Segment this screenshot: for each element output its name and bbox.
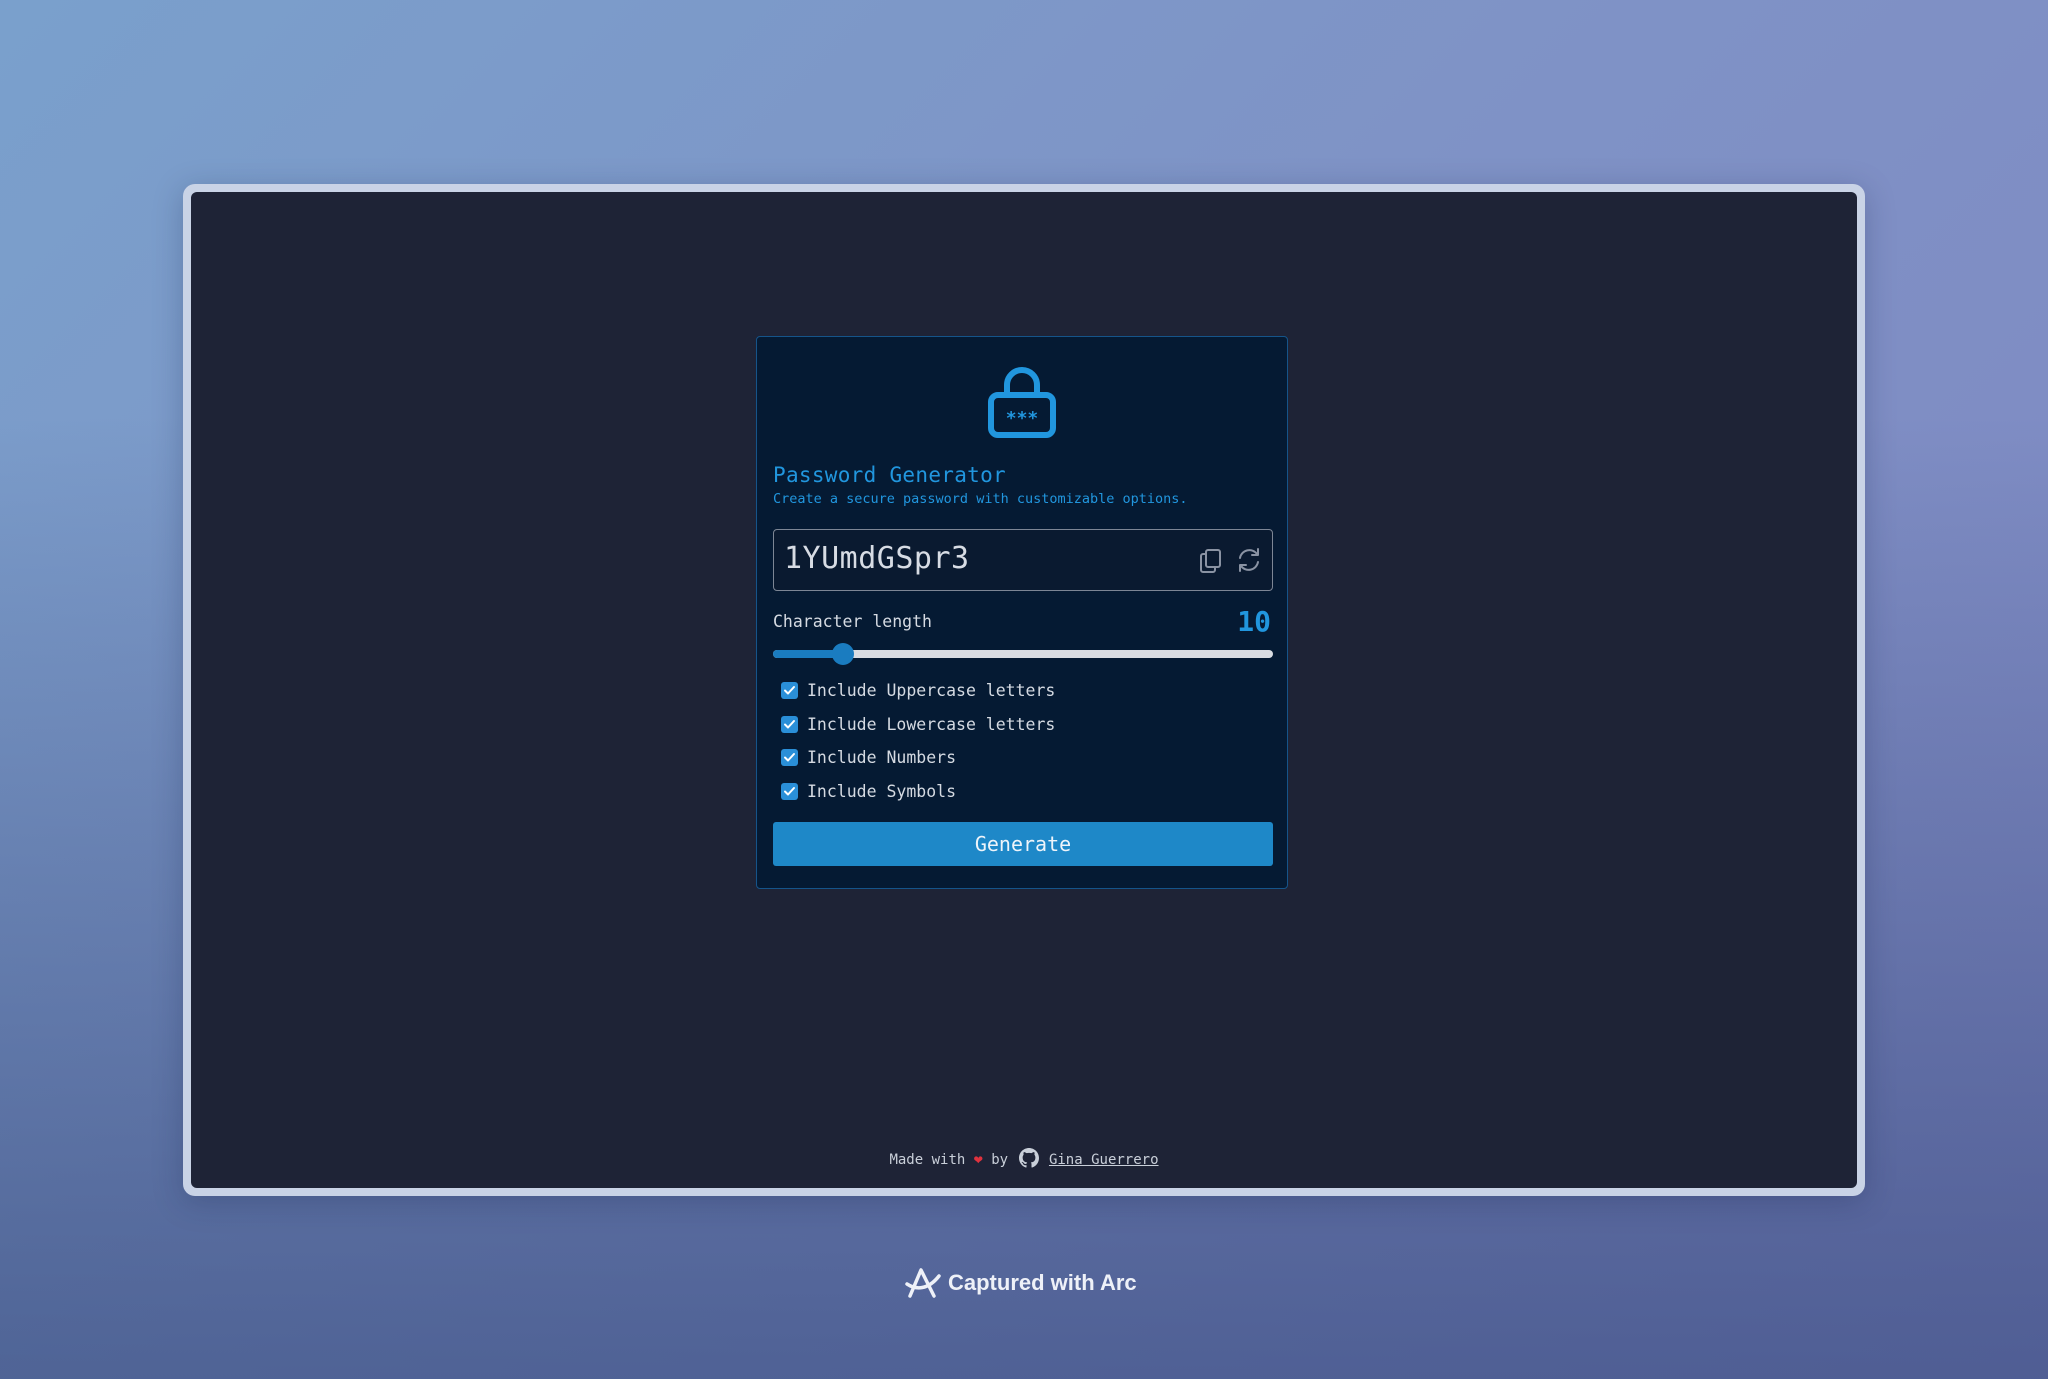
footer-made-with: Made with [889,1152,966,1168]
option-label: Include Lowercase letters [807,714,1056,734]
uppercase-checkbox[interactable] [781,681,798,699]
check-icon [784,719,795,728]
option-uppercase[interactable]: Include Uppercase letters [781,679,1055,701]
author-link[interactable]: Gina Guerrero [1049,1152,1159,1168]
copy-icon[interactable] [1197,546,1225,574]
check-icon [784,685,795,694]
browser-window-frame: *** Password Generator Create a secure p… [183,184,1865,1196]
check-icon [784,786,795,795]
option-label: Include Numbers [807,747,957,767]
option-label: Include Symbols [807,781,957,801]
option-numbers[interactable]: Include Numbers [781,746,956,768]
lock-icon: *** [988,367,1056,438]
option-lowercase[interactable]: Include Lowercase letters [781,713,1055,735]
option-symbols[interactable]: Include Symbols [781,780,956,802]
password-output-field[interactable]: 1YUmdGSpr3 [773,529,1273,591]
heart-icon: ❤ [973,1150,983,1168]
numbers-checkbox[interactable] [781,748,798,766]
password-generator-card: *** Password Generator Create a secure p… [756,336,1288,889]
character-length-label: Character length [773,612,932,631]
page-subtitle: Create a secure password with customizab… [773,491,1188,507]
slider-thumb[interactable] [832,643,854,665]
browser-viewport: *** Password Generator Create a secure p… [191,192,1857,1188]
generate-button[interactable]: Generate [773,822,1273,866]
option-label: Include Uppercase letters [807,680,1056,700]
footer: Made with ❤ by Gina Guerrero [191,1148,1857,1168]
arc-badge-text: Captured with Arc [948,1270,1137,1295]
length-slider[interactable] [773,643,1273,665]
arc-logo-icon [905,1268,941,1298]
svg-text:***: *** [1006,408,1039,429]
arc-capture-badge: Captured with Arc [904,1266,1137,1300]
check-icon [784,752,795,761]
password-value[interactable]: 1YUmdGSpr3 [784,541,970,576]
page-title: Password Generator [773,463,1006,487]
character-length-value: 10 [1237,605,1271,638]
refresh-icon[interactable] [1235,546,1263,574]
lowercase-checkbox[interactable] [781,715,798,733]
footer-by: by [991,1152,1009,1168]
github-icon [1018,1148,1039,1168]
symbols-checkbox[interactable] [781,782,798,800]
